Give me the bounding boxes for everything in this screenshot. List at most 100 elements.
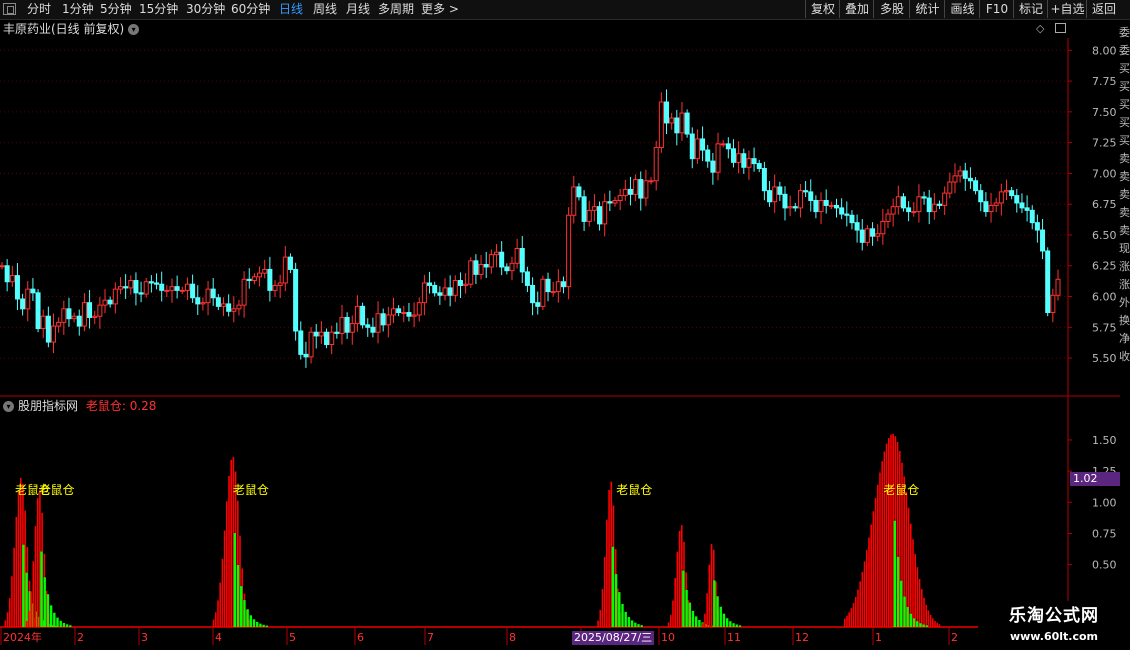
candle-body: [895, 196, 901, 208]
candle-body: [555, 281, 561, 293]
candle-body: [313, 331, 319, 337]
candle-body: [756, 163, 762, 169]
candle-body: [1019, 202, 1025, 209]
candle-body: [880, 220, 886, 235]
candle-body: [921, 196, 927, 199]
candle-body: [9, 275, 15, 283]
candle-body: [483, 264, 489, 268]
candle-body: [143, 281, 149, 295]
indicator-title: ▾ 股朋指标网 老鼠仓: 0.28: [3, 398, 156, 414]
indicator-name: 股朋指标网: [18, 399, 79, 413]
candle-body: [947, 181, 953, 194]
candle-body: [906, 207, 912, 213]
candle-body: [334, 331, 340, 334]
date-label: 2: [77, 631, 84, 644]
candle-body: [524, 271, 530, 286]
candle-body: [411, 314, 417, 317]
signal-label: 老鼠仓: [883, 483, 919, 497]
candle-body: [931, 203, 937, 213]
candle-body: [117, 286, 123, 290]
candle-body: [777, 186, 783, 195]
candle-body: [792, 206, 798, 209]
side-glyph: 卖: [1119, 224, 1130, 237]
candle-body: [138, 292, 144, 295]
candle-body: [808, 191, 814, 201]
candle-body: [442, 287, 448, 296]
candle-body: [875, 233, 881, 237]
candle-body: [370, 326, 376, 333]
candle-body: [1024, 207, 1030, 211]
candle-body: [823, 199, 829, 206]
candle-body: [494, 251, 500, 256]
candle-body: [148, 281, 154, 284]
candle-body: [937, 203, 943, 206]
candle-body: [1003, 190, 1009, 193]
candle-body: [967, 177, 973, 182]
candle-body: [813, 199, 819, 213]
candle-body: [308, 331, 314, 358]
indicator-series-label: 老鼠仓:: [85, 399, 126, 413]
candle-body: [638, 179, 644, 199]
candle-body: [416, 302, 422, 316]
candle-body: [51, 325, 57, 343]
candle-body: [710, 160, 716, 173]
candle-body: [653, 147, 659, 182]
candle-body: [293, 268, 299, 332]
candle-body: [772, 186, 778, 203]
candle-body: [1050, 294, 1056, 314]
candle-body: [746, 158, 752, 168]
candle-body: [169, 286, 175, 291]
candle-body: [25, 288, 31, 310]
side-glyph: 委: [1119, 44, 1130, 57]
indicator-tick-label: 1.50: [1092, 434, 1117, 447]
chart-canvas[interactable]: 8.00 7.75 7.50 7.25 7.00 6.75 6.50 6.25 6.00 5.75…: [0, 0, 1130, 650]
candle-body: [689, 133, 695, 160]
candle-body: [66, 308, 72, 320]
candle-body: [885, 213, 891, 222]
candle-body: [715, 143, 721, 173]
date-label: 10: [661, 631, 675, 644]
candle-body: [107, 299, 113, 305]
quote-panel-labels: 委委买买买买买卖卖卖卖卖现涨涨外换净收: [1119, 24, 1130, 366]
candle-body: [380, 313, 386, 326]
candle-body: [396, 308, 402, 314]
indicator-dropdown-icon[interactable]: ▾: [3, 401, 14, 412]
candle-body: [504, 266, 510, 272]
candle-body: [339, 316, 345, 334]
candle-body: [741, 153, 747, 168]
candle-body: [92, 315, 98, 318]
price-tick-label: 7.75: [1092, 75, 1117, 88]
candle-body: [14, 275, 20, 300]
date-label: 2024年: [3, 630, 42, 644]
date-label: 5: [289, 631, 296, 644]
candle-body: [648, 180, 654, 183]
candle-body: [627, 188, 633, 195]
candle-body: [499, 251, 505, 268]
candle-body: [0, 265, 5, 268]
candle-body: [298, 330, 304, 355]
candle-body: [344, 316, 350, 333]
candle-body: [164, 289, 170, 292]
side-glyph: 换: [1119, 314, 1130, 327]
candle-body: [1045, 250, 1051, 314]
candle-body: [406, 312, 412, 317]
candle-body: [545, 278, 551, 293]
candle-body: [432, 284, 438, 294]
candle-body: [519, 248, 525, 273]
candle-body: [61, 308, 67, 323]
candle-body: [251, 276, 257, 282]
candle-body: [246, 278, 252, 282]
date-label: 2: [951, 631, 958, 644]
candle-body: [267, 268, 273, 291]
candle-body: [761, 167, 767, 192]
candle-body: [437, 292, 443, 296]
side-glyph: 卖: [1119, 152, 1130, 165]
indicator-tick-label: 0.50: [1092, 559, 1117, 572]
candle-body: [916, 196, 922, 213]
candle-body: [622, 188, 628, 197]
candle-body: [463, 283, 469, 286]
candle-body: [617, 195, 623, 201]
date-label: 12: [795, 631, 809, 644]
candle-body: [303, 353, 309, 358]
candle-body: [833, 204, 839, 209]
